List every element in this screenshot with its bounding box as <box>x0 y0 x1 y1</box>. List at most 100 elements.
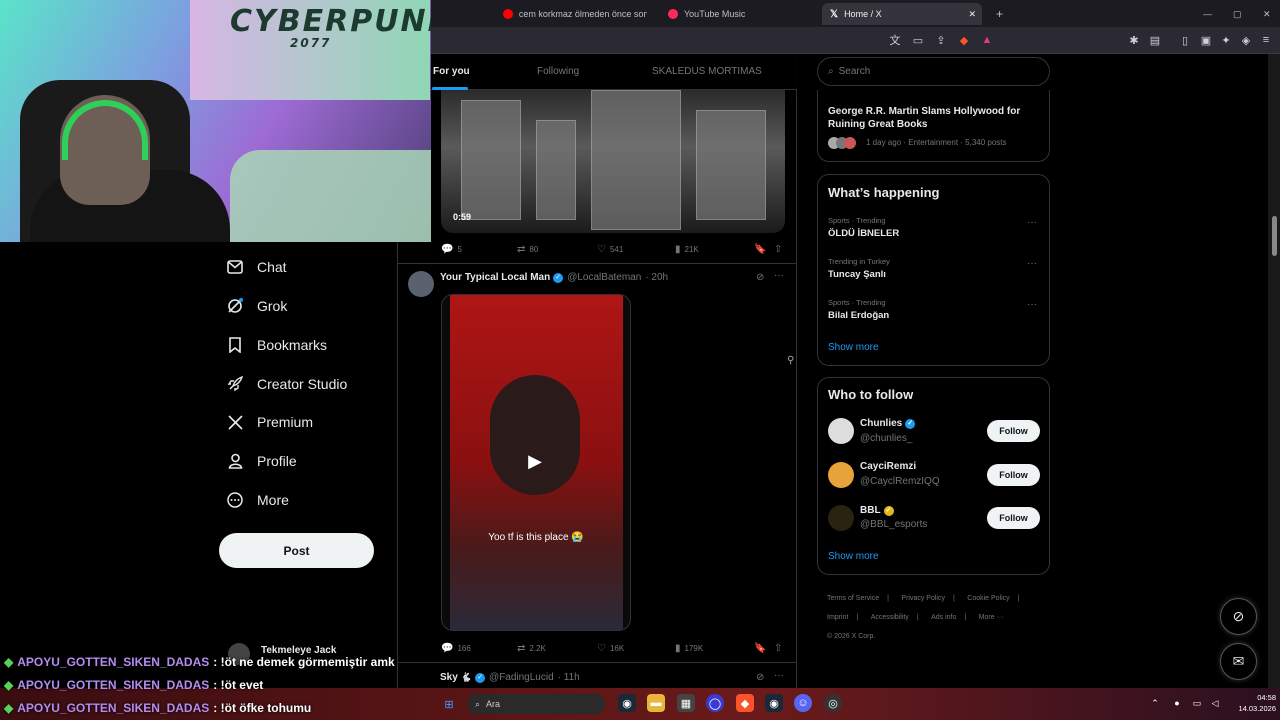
follow-name[interactable]: Chunlies ✓ <box>860 418 916 429</box>
avatar[interactable] <box>828 505 854 531</box>
footer-link[interactable]: Privacy Policy <box>901 595 945 602</box>
nav-premium[interactable]: Premium <box>226 410 313 434</box>
tweet-author[interactable]: Your Typical Local Man <box>440 272 550 283</box>
brave-browser-icon[interactable]: ◆ <box>736 694 754 712</box>
grok-icon[interactable]: ⊘ <box>756 672 764 683</box>
news-card[interactable]: George R.R. Martin Slams Hollywood for R… <box>817 90 1050 162</box>
taskbar-search[interactable]: ⌕ Ara <box>467 694 605 714</box>
sidebar-toggle-icon[interactable]: ▯ <box>1177 32 1193 48</box>
brave-shield-icon[interactable]: ◆ <box>956 32 972 48</box>
cast-icon[interactable]: ▭ <box>910 32 926 48</box>
grok-fab-button[interactable]: ⊘ <box>1220 598 1257 635</box>
steam-icon[interactable]: ◉ <box>765 694 783 712</box>
footer-link[interactable]: Terms of Service <box>827 595 879 602</box>
messages-fab-button[interactable]: ✉ <box>1220 643 1257 680</box>
network-icon[interactable]: ▭ <box>1188 694 1206 712</box>
brave-rewards-icon[interactable]: ▲ <box>979 32 995 48</box>
wallet-icon[interactable]: ▣ <box>1198 32 1214 48</box>
tweet-handle[interactable]: @LocalBateman <box>567 272 641 283</box>
follow-button[interactable]: Follow <box>987 464 1040 486</box>
tweet-author[interactable]: Sky <box>440 672 458 683</box>
nav-profile[interactable]: Profile <box>226 449 297 473</box>
app-icon[interactable]: ◎ <box>824 694 842 712</box>
footer-link[interactable]: Imprint <box>827 614 848 621</box>
tab-groups-icon[interactable]: ▤ <box>1147 32 1163 48</box>
views-button[interactable]: ▮ 179K <box>675 641 703 655</box>
discord-icon[interactable]: ☺ <box>794 694 812 712</box>
steam-icon[interactable]: ◉ <box>618 694 636 712</box>
footer-link[interactable]: More ··· <box>979 614 1004 621</box>
menu-icon[interactable]: ≡ <box>1258 32 1274 48</box>
close-tab-icon[interactable]: ✕ <box>968 9 976 20</box>
tab-home-x[interactable]: 𝕏 Home / X ✕ <box>822 3 982 25</box>
follow-name[interactable]: BBL ✓ <box>860 505 894 516</box>
more-options-icon[interactable]: ··· <box>774 270 784 281</box>
scrollbar-thumb[interactable] <box>1272 216 1277 256</box>
like-button[interactable]: ♡ 16K <box>597 641 624 655</box>
trend-name[interactable]: Tuncay Şanlı <box>828 269 886 280</box>
tab-youtube-video[interactable]: cem korkmaz ölmeden önce son cara <box>495 3 655 25</box>
scrollbar[interactable] <box>1268 54 1280 688</box>
play-icon[interactable]: ▶ <box>524 450 546 472</box>
tab-youtube-music[interactable]: YouTube Music <box>660 3 810 25</box>
avatar[interactable] <box>828 462 854 488</box>
volume-icon[interactable]: ◁ <box>1206 694 1224 712</box>
avatar[interactable] <box>828 418 854 444</box>
nav-grok[interactable]: Grok <box>226 294 287 318</box>
trend-name[interactable]: Bilal Erdoğan <box>828 310 889 321</box>
footer-link[interactable]: Accessibility <box>871 614 909 621</box>
grok-icon[interactable]: ⊘ <box>756 272 764 283</box>
nav-chat[interactable]: Chat <box>226 255 287 279</box>
tab-following[interactable]: Following <box>537 66 579 77</box>
system-clock[interactable]: 04:58 14.03.2026 <box>1228 692 1276 714</box>
tab-skaledus-mortimas[interactable]: SKALEDUS MORTIMAS <box>652 66 762 77</box>
tweet-time[interactable]: · 20h <box>645 272 668 283</box>
more-options-icon[interactable]: ··· <box>1027 258 1037 269</box>
footer-link[interactable]: Ads info <box>931 614 956 621</box>
bookmark-button[interactable]: 🔖 <box>754 641 770 655</box>
nav-bookmarks[interactable]: Bookmarks <box>226 333 327 357</box>
translate-icon[interactable]: 文 <box>887 32 903 48</box>
new-tab-button[interactable]: + <box>988 3 1011 25</box>
close-window-icon[interactable]: ✕ <box>1255 3 1279 25</box>
maximize-icon[interactable]: ▢ <box>1225 3 1250 25</box>
tray-expand-icon[interactable]: ⌃ <box>1146 694 1164 712</box>
repost-button[interactable]: ⇄ 80 <box>517 242 538 256</box>
bookmark-button[interactable]: 🔖 <box>754 242 770 256</box>
app-icon[interactable]: ◯ <box>706 694 724 712</box>
leo-ai-icon[interactable]: ✦ <box>1218 32 1234 48</box>
follow-button[interactable]: Follow <box>987 420 1040 442</box>
follow-button[interactable]: Follow <box>987 507 1040 529</box>
extensions-icon[interactable]: ✱ <box>1126 32 1142 48</box>
news-headline[interactable]: George R.R. Martin Slams Hollywood for R… <box>828 105 1038 131</box>
vpn-icon[interactable]: ◈ <box>1238 32 1254 48</box>
nav-more[interactable]: More <box>226 488 289 512</box>
windows-start-icon[interactable]: ⊞ <box>440 695 458 713</box>
more-options-icon[interactable]: ··· <box>1027 217 1037 228</box>
minimize-icon[interactable]: — <box>1195 3 1220 25</box>
microphone-icon[interactable]: ● <box>1168 694 1186 712</box>
views-button[interactable]: ▮ 21K <box>675 242 699 256</box>
nav-creator-studio[interactable]: Creator Studio <box>226 372 347 396</box>
show-more-link[interactable]: Show more <box>828 342 879 353</box>
tweet-handle[interactable]: @FadingLucid <box>489 672 554 683</box>
repost-button[interactable]: ⇄ 2.2K <box>517 641 546 655</box>
reply-button[interactable]: 💬 166 <box>441 641 471 655</box>
footer-link[interactable]: Cookie Policy <box>967 595 1009 602</box>
show-more-link[interactable]: Show more <box>828 551 879 562</box>
post-button[interactable]: Post <box>219 533 374 568</box>
avatar[interactable] <box>408 271 434 297</box>
more-options-icon[interactable]: ··· <box>774 670 784 681</box>
share-button[interactable]: ⇧ <box>774 641 786 655</box>
search-input[interactable]: ⌕ Search <box>817 57 1050 86</box>
tweet-video[interactable]: ▶ Yoo tf is this place 😭 <box>441 294 631 631</box>
tab-for-you[interactable]: For you <box>433 66 470 77</box>
like-button[interactable]: ♡ 541 <box>597 242 623 256</box>
share-icon[interactable]: ⇪ <box>933 32 949 48</box>
file-explorer-icon[interactable]: ▬ <box>647 694 665 712</box>
tweet-time[interactable]: · 11h <box>558 672 580 683</box>
trend-name[interactable]: ÖLDÜ İBNELER <box>828 228 899 239</box>
reply-button[interactable]: 💬 5 <box>441 242 462 256</box>
share-button[interactable]: ⇧ <box>774 242 786 256</box>
store-icon[interactable]: ▦ <box>677 694 695 712</box>
